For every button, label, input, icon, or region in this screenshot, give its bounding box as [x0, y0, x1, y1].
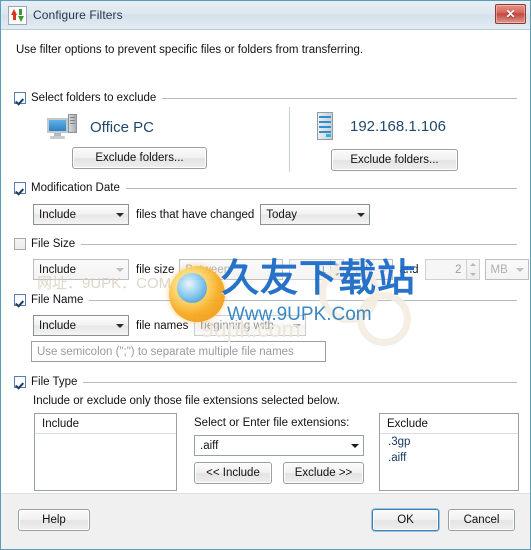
group-rule — [83, 381, 517, 383]
checkbox-select-folders[interactable] — [14, 92, 26, 104]
close-button[interactable]: ✕ — [495, 4, 526, 24]
group-rule — [89, 299, 517, 301]
file-name-prefix-label: file names — [136, 319, 189, 332]
close-icon: ✕ — [505, 7, 516, 21]
include-extensions-list[interactable]: Include — [34, 413, 177, 491]
file-name-match-value: beginning with — [200, 319, 274, 332]
include-extension-button[interactable]: << Include — [194, 462, 272, 484]
group-label-file-size: File Size — [31, 238, 76, 250]
exclude-extensions-list[interactable]: Exclude .3gp .aiff — [379, 413, 519, 491]
ok-button[interactable]: OK — [372, 509, 439, 531]
chevron-down-icon — [376, 267, 392, 272]
file-size-comparison-value: Between — [185, 263, 231, 276]
file-size-row: Include file size Between 1 MB and 2 MB — [33, 259, 529, 280]
group-file-name: File Name — [14, 293, 517, 307]
transfer-arrows-icon — [8, 5, 27, 25]
file-size-prefix-label: file size — [136, 263, 175, 276]
cancel-button[interactable]: Cancel — [448, 509, 515, 531]
chevron-down-icon — [112, 212, 128, 217]
intro-text: Use filter options to prevent specific f… — [16, 44, 364, 56]
exclude-list-title: Exclude — [380, 414, 518, 434]
machine-panel-local: Office PC Exclude folders... — [47, 114, 207, 169]
group-file-size: File Size — [14, 237, 517, 251]
chevron-down-icon — [512, 267, 528, 272]
exclude-folders-button-local[interactable]: Exclude folders... — [72, 147, 207, 169]
file-size-max-unit-select[interactable]: MB — [484, 259, 529, 280]
chevron-down-icon — [266, 267, 282, 272]
spin-up-icon — [467, 260, 479, 270]
file-name-match-select[interactable]: beginning with — [194, 315, 307, 336]
group-select-folders: Select folders to exclude — [14, 91, 517, 105]
group-rule — [125, 187, 517, 189]
title-bar: Configure Filters ✕ — [1, 1, 530, 30]
panel-divider — [289, 107, 290, 172]
checkbox-file-name[interactable] — [14, 294, 26, 306]
file-size-max-stepper[interactable]: 2 — [424, 259, 480, 280]
modification-date-period-select[interactable]: Today — [260, 204, 371, 225]
group-label-file-type: File Type — [31, 376, 78, 388]
checkbox-file-type[interactable] — [14, 376, 26, 388]
group-rule — [162, 97, 517, 99]
include-list-title: Include — [35, 414, 176, 434]
file-size-conjunction-label: and — [399, 263, 419, 276]
list-item[interactable]: .3gp — [380, 434, 518, 450]
checkbox-modification-date[interactable] — [14, 182, 26, 194]
window-title: Configure Filters — [33, 8, 123, 22]
dialog-body: Use filter options to prevent specific f… — [1, 30, 530, 509]
chevron-down-icon — [347, 443, 363, 448]
checkbox-file-size[interactable] — [14, 238, 26, 250]
extensions-label: Select or Enter file extensions: — [194, 417, 350, 429]
extension-combo-value: .aiff — [200, 439, 219, 452]
chevron-down-icon — [112, 267, 128, 272]
chevron-down-icon — [289, 323, 305, 328]
chevron-down-icon — [353, 212, 369, 217]
group-file-type: File Type — [14, 375, 517, 389]
modification-date-middle-text: files that have changed — [136, 208, 255, 221]
file-type-description: Include or exclude only those file exten… — [33, 395, 340, 407]
file-name-input-placeholder: Use semicolon (";") to separate multiple… — [37, 345, 294, 358]
extension-combo[interactable]: .aiff — [194, 435, 364, 456]
modification-date-mode-select[interactable]: Include — [33, 204, 129, 225]
watermark-ring — [357, 292, 411, 346]
list-item[interactable]: .aiff — [380, 450, 518, 466]
group-rule — [81, 243, 517, 245]
file-size-max-value[interactable]: 2 — [424, 259, 467, 280]
file-size-max-unit-value: MB — [490, 263, 508, 276]
server-icon — [314, 112, 336, 140]
file-size-mode-value: Include — [39, 263, 77, 276]
file-size-comparison-select[interactable]: Between — [179, 259, 284, 280]
modification-date-period-value: Today — [266, 208, 297, 221]
remote-machine-name: 192.168.1.106 — [350, 117, 446, 135]
group-label-file-name: File Name — [31, 294, 84, 306]
file-size-mode-select[interactable]: Include — [33, 259, 129, 280]
group-label-modification-date: Modification Date — [31, 182, 120, 194]
file-name-input[interactable]: Use semicolon (";") to separate multiple… — [31, 341, 326, 362]
dialog-footer: Help OK Cancel — [1, 493, 530, 549]
group-modification-date: Modification Date — [14, 181, 517, 195]
desktop-pc-icon — [47, 114, 77, 140]
exclude-folders-button-remote[interactable]: Exclude folders... — [331, 149, 458, 171]
configure-filters-dialog: Configure Filters ✕ Use filter options t… — [0, 0, 531, 550]
file-name-mode-select[interactable]: Include — [33, 315, 129, 336]
file-size-max-spin-buttons[interactable] — [466, 259, 480, 280]
chevron-down-icon — [112, 323, 128, 328]
group-label-select-folders: Select folders to exclude — [31, 92, 157, 104]
local-machine-name: Office PC — [90, 118, 154, 136]
machine-panel-remote: 192.168.1.106 Exclude folders... — [314, 112, 458, 171]
exclude-extension-button[interactable]: Exclude >> — [283, 462, 364, 484]
file-name-mode-value: Include — [39, 319, 77, 332]
help-button[interactable]: Help — [18, 509, 90, 531]
modification-date-row: Include files that have changed Today — [33, 204, 371, 225]
file-name-row: Include file names beginning with — [33, 315, 307, 336]
spin-down-icon — [467, 270, 479, 280]
modification-date-mode-value: Include — [39, 208, 77, 221]
